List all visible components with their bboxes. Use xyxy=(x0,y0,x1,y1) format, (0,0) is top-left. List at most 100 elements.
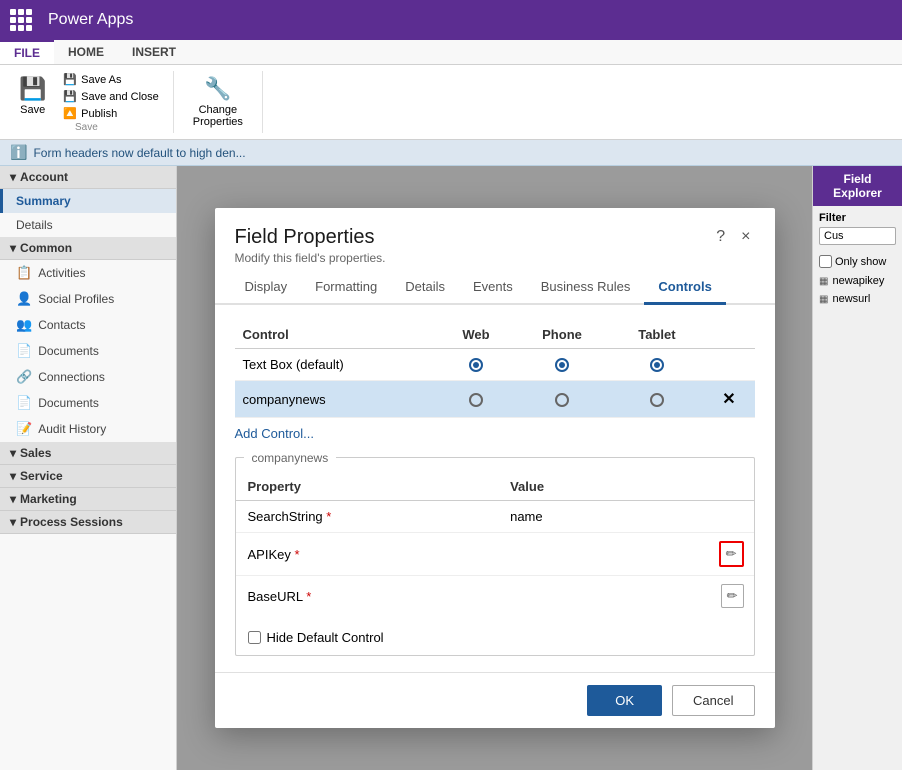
prop-header-value: Value xyxy=(498,473,639,501)
companynews-phone-radio[interactable] xyxy=(514,381,611,418)
companynews-tablet-radio[interactable] xyxy=(611,381,704,418)
sidebar-section-service[interactable]: ▾ Service xyxy=(0,465,176,488)
sidebar-item-social-profiles[interactable]: 👤 Social Profiles xyxy=(0,286,176,312)
field-label-newapikey: newapikey xyxy=(832,275,884,287)
tab-events[interactable]: Events xyxy=(459,271,527,305)
only-show-checkbox[interactable] xyxy=(819,255,832,268)
save-close-icon: 💾 xyxy=(63,90,77,103)
ribbon-group-save: 💾 Save 💾 Save As 💾 Save and Close 🔼 Publ… xyxy=(10,71,174,133)
field-item-newsurl[interactable]: ▦ newsurl xyxy=(813,290,902,308)
tab-business-rules[interactable]: Business Rules xyxy=(527,271,645,305)
save-icon: 💾 xyxy=(19,76,46,102)
tab-display[interactable]: Display xyxy=(231,271,302,305)
publish-button[interactable]: 🔼 Publish xyxy=(59,105,162,122)
col-tablet: Tablet xyxy=(611,321,704,349)
sidebar-item-details[interactable]: Details xyxy=(0,213,176,237)
chevron-right-icon: ▾ xyxy=(10,446,16,460)
dialog-title: Field Properties xyxy=(235,226,386,249)
field-label-newsurl: newsurl xyxy=(832,293,870,305)
dialog-help-button[interactable]: ? xyxy=(712,226,729,248)
info-icon: ℹ️ xyxy=(10,144,27,161)
sidebar-item-activities[interactable]: 📋 Activities xyxy=(0,260,176,286)
companynews-web-radio[interactable] xyxy=(438,381,513,418)
sidebar-item-connections[interactable]: 🔗 Connections xyxy=(0,364,176,390)
apps-icon[interactable] xyxy=(10,9,32,31)
tab-controls[interactable]: Controls xyxy=(644,271,725,305)
sidebar-section-process-sessions[interactable]: ▾ Process Sessions xyxy=(0,511,176,534)
textbox-web-radio[interactable] xyxy=(438,348,513,381)
property-table: Property Value SearchString * xyxy=(236,473,754,616)
controls-table: Control Web Phone Tablet Text Box (defau… xyxy=(235,321,755,419)
prop-name-searchstring: SearchString * xyxy=(236,501,499,533)
prop-edit-apikey: ✏ xyxy=(639,533,753,576)
table-row: Text Box (default) xyxy=(235,348,755,381)
prop-value-baseurl xyxy=(498,576,639,617)
col-web: Web xyxy=(438,321,513,349)
prop-value-searchstring: name xyxy=(498,501,639,533)
edit-apikey-button[interactable]: ✏ xyxy=(719,541,744,567)
prop-name-baseurl: BaseURL * xyxy=(236,576,499,617)
tab-details[interactable]: Details xyxy=(391,271,459,305)
tab-insert[interactable]: INSERT xyxy=(118,40,190,64)
contacts-icon: 👥 xyxy=(16,317,32,333)
ribbon-tabs: FILE HOME INSERT xyxy=(0,40,902,65)
textbox-tablet-radio[interactable] xyxy=(611,348,704,381)
documents-icon: 📄 xyxy=(16,343,32,359)
main-layout: ▾ Account Summary Details ▾ Common 📋 Act… xyxy=(0,166,902,770)
field-icon-newapikey: ▦ xyxy=(819,276,828,287)
chevron-right-icon-ps: ▾ xyxy=(10,515,16,529)
save-as-button[interactable]: 💾 Save As xyxy=(59,71,162,88)
only-show-row: Only show xyxy=(813,251,902,272)
sidebar-item-documents[interactable]: 📄 Documents xyxy=(0,338,176,364)
edit-baseurl-button[interactable]: ✏ xyxy=(721,584,744,608)
save-and-close-button[interactable]: 💾 Save and Close xyxy=(59,88,162,105)
documents2-icon: 📄 xyxy=(16,395,32,411)
dialog-footer: OK Cancel xyxy=(215,672,775,728)
control-name-textbox: Text Box (default) xyxy=(235,348,439,381)
info-bar: ℹ️ Form headers now default to high den.… xyxy=(0,140,902,166)
prop-edit-baseurl: ✏ xyxy=(639,576,753,617)
publish-icon: 🔼 xyxy=(63,107,77,120)
ribbon-group-properties: 🔧 Change Properties xyxy=(184,71,263,133)
field-item-newapikey[interactable]: ▦ newapikey xyxy=(813,272,902,290)
table-row: SearchString * name xyxy=(236,501,754,533)
chevron-down-icon: ▾ xyxy=(10,241,16,255)
col-delete xyxy=(703,321,754,349)
companynews-delete[interactable]: ✕ xyxy=(703,381,754,418)
chevron-down-icon: ▾ xyxy=(10,170,16,184)
tab-formatting[interactable]: Formatting xyxy=(301,271,391,305)
cancel-button[interactable]: Cancel xyxy=(672,685,754,716)
save-button[interactable]: 💾 Save xyxy=(10,71,55,121)
table-row: APIKey * ✏ xyxy=(236,533,754,576)
audit-icon: 📝 xyxy=(16,421,32,437)
textbox-phone-radio[interactable] xyxy=(514,348,611,381)
sidebar-item-contacts[interactable]: 👥 Contacts xyxy=(0,312,176,338)
sidebar-item-documents2[interactable]: 📄 Documents xyxy=(0,390,176,416)
table-row: BaseURL * ✏ xyxy=(236,576,754,617)
top-bar: Power Apps xyxy=(0,0,902,40)
sidebar-item-audit-history[interactable]: 📝 Audit History xyxy=(0,416,176,442)
sidebar-section-account[interactable]: ▾ Account xyxy=(0,166,176,189)
change-properties-button[interactable]: 🔧 Change Properties xyxy=(184,71,252,133)
section-title: companynews xyxy=(244,451,337,465)
sidebar-section-marketing[interactable]: ▾ Marketing xyxy=(0,488,176,511)
hide-default-checkbox[interactable] xyxy=(248,631,261,644)
tab-home[interactable]: HOME xyxy=(54,40,118,64)
ok-button[interactable]: OK xyxy=(587,685,662,716)
tab-file[interactable]: FILE xyxy=(0,40,54,64)
dialog-close-button[interactable]: × xyxy=(737,226,754,248)
col-phone: Phone xyxy=(514,321,611,349)
sidebar-item-summary[interactable]: Summary xyxy=(0,189,176,213)
filter-area: Filter xyxy=(813,206,902,251)
filter-label: Filter xyxy=(819,212,896,224)
add-control-link[interactable]: Add Control... xyxy=(235,426,315,441)
sidebar-section-sales[interactable]: ▾ Sales xyxy=(0,442,176,465)
modal-overlay: Field Properties Modify this field's pro… xyxy=(177,166,812,770)
dialog-body: Control Web Phone Tablet Text Box (defau… xyxy=(215,305,775,673)
filter-input[interactable] xyxy=(819,227,896,245)
sidebar-section-common[interactable]: ▾ Common xyxy=(0,237,176,260)
hide-default-control-row: Hide Default Control xyxy=(236,616,754,655)
field-explorer-panel: Field Explorer Filter Only show ▦ newapi… xyxy=(812,166,902,770)
prop-value-apikey xyxy=(498,533,639,576)
properties-icon: 🔧 xyxy=(204,76,231,102)
